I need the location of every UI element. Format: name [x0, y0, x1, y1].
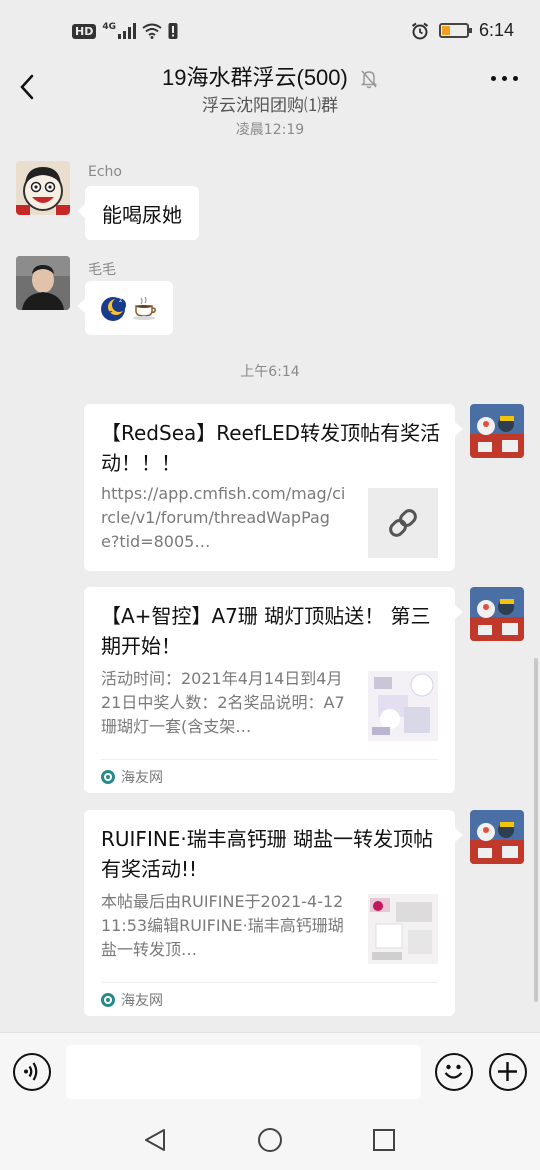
link-card[interactable]: 【RedSea】ReefLED转发顶帖有奖活动！！！ https://app.c…	[84, 404, 463, 571]
network-type: 4G	[102, 22, 116, 32]
link-thumb-image	[368, 671, 438, 741]
source-app-icon	[101, 992, 115, 1007]
link-card-source: 海友网	[101, 759, 438, 793]
link-card-source-name: 海友网	[121, 992, 163, 1009]
sender-name: 毛毛	[88, 262, 116, 278]
recents-square-icon[interactable]	[372, 1128, 396, 1152]
plus-icon[interactable]	[489, 1053, 527, 1091]
link-card[interactable]: RUIFINE·瑞丰高钙珊 瑚盐一转发顶帖有奖活动!! 本帖最后由RUIFINE…	[84, 810, 463, 1016]
link-card-title: RUIFINE·瑞丰高钙珊 瑚盐一转发顶帖有奖活动!!	[101, 827, 434, 881]
battery-icon	[438, 23, 472, 38]
avatar-self[interactable]	[470, 810, 524, 864]
message-bubble-emoji[interactable]: z	[77, 281, 173, 335]
link-card[interactable]: 【A+智控】A7珊 瑚灯顶贴送！ 第三期开始！ 活动时间：2021年4月14日到…	[84, 587, 463, 793]
system-nav-bar	[0, 1112, 540, 1170]
avatar-self[interactable]	[470, 404, 524, 458]
timestamp: 凌晨12:19	[235, 122, 305, 138]
chat-scrollbar[interactable]	[534, 658, 538, 1002]
link-card-description: 本帖最后由RUIFINE于2021-4-1211:53编辑RUIFINE·瑞丰高…	[101, 892, 344, 959]
link-card-source: 海友网	[101, 982, 438, 1016]
coffee-icon	[133, 296, 156, 320]
message-bubble[interactable]: 能喝尿她	[77, 186, 199, 240]
link-card-title: 【A+智控】A7珊 瑚灯顶贴送！ 第三期开始！	[101, 604, 431, 658]
status-right: 6:14	[411, 20, 514, 41]
alert-icon	[168, 23, 178, 39]
chat-subtitle: 浮云沈阳团购⑴群	[202, 96, 338, 116]
source-app-icon	[101, 769, 115, 784]
link-card-source-name: 海友网	[121, 769, 163, 786]
signal-icon	[118, 23, 136, 39]
chat-header: 19海水群浮云(500) 浮云沈阳团购⑴群	[0, 58, 540, 118]
home-circle-icon[interactable]	[257, 1127, 283, 1153]
emoji-icon[interactable]	[435, 1053, 473, 1091]
chat-title-row: 19海水群浮云(500)	[0, 60, 540, 92]
message-text: 能喝尿她	[102, 202, 182, 227]
wifi-icon	[142, 23, 162, 39]
status-left: HD 4G	[72, 22, 178, 40]
link-icon	[389, 509, 417, 537]
link-card-title: 【RedSea】ReefLED转发顶帖有奖活动！！！	[101, 421, 441, 475]
clock: 6:14	[478, 20, 514, 40]
link-thumb	[368, 488, 438, 558]
message-input[interactable]	[66, 1045, 421, 1099]
back-triangle-icon[interactable]	[142, 1127, 168, 1153]
chat-title: 19海水群浮云(500)	[162, 65, 348, 90]
alarm-icon	[411, 22, 429, 39]
avatar-maomao[interactable]	[16, 256, 70, 310]
hd-badge: HD	[72, 23, 97, 39]
avatar-echo[interactable]	[16, 161, 70, 215]
more-options-icon[interactable]	[491, 76, 518, 81]
timestamp: 上午6:14	[240, 364, 300, 380]
sender-name: Echo	[88, 164, 122, 180]
mute-bell-icon	[360, 70, 378, 89]
svg-text:z: z	[119, 297, 122, 304]
link-card-description: https://app.cmfish.com/mag/circle/v1/for…	[101, 484, 346, 551]
link-card-description: 活动时间：2021年4月14日到4月21日中奖人数：2名奖品说明：A7珊瑚灯一套…	[101, 669, 345, 736]
input-bar	[0, 1032, 540, 1112]
link-thumb-image	[368, 894, 438, 964]
sleeping-moon-icon: z	[101, 297, 126, 321]
status-bar: HD 4G 6:14	[0, 0, 540, 62]
voice-icon[interactable]	[13, 1053, 51, 1091]
avatar-self[interactable]	[470, 587, 524, 641]
